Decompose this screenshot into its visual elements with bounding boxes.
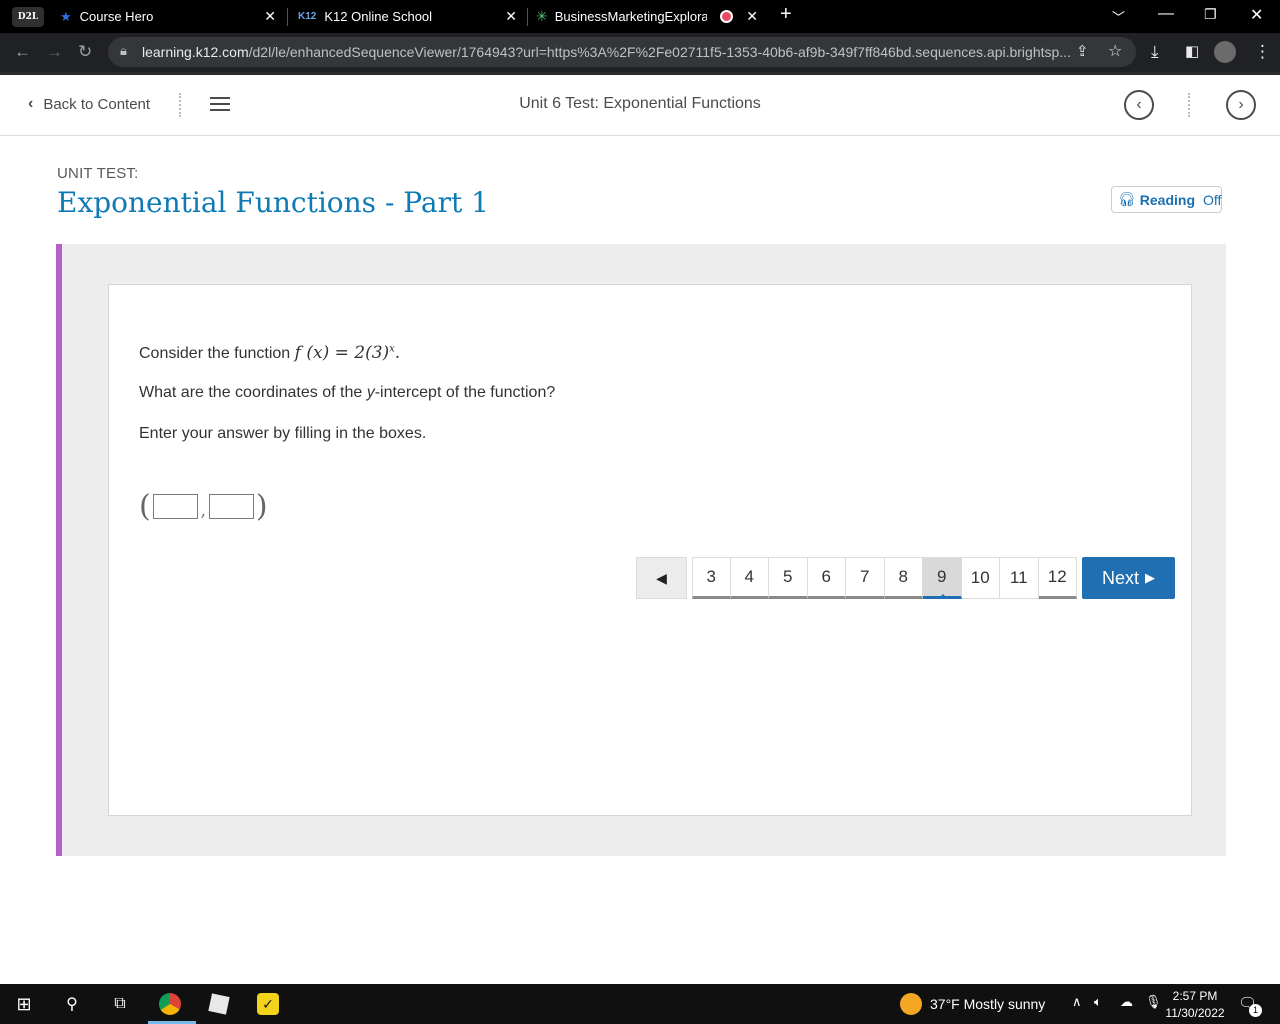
browser-toolbar: ← → ↻ 🔒︎ learning.k12.com/d2l/le/enhance… xyxy=(0,33,1280,72)
comma: , xyxy=(200,501,206,520)
url-text: learning.k12.com/d2l/le/enhancedSequence… xyxy=(142,44,1071,60)
lock-icon: 🔒︎ xyxy=(120,43,127,58)
share-icon[interactable]: ⇪ xyxy=(1076,42,1089,60)
page-button-7[interactable]: 7 xyxy=(846,557,885,599)
next-topic-button[interactable]: › xyxy=(1226,90,1256,120)
question-panel: Consider the function f (x) = 2(3)x. Wha… xyxy=(56,244,1226,856)
system-clock[interactable]: 2:57 PM 11/30/2022 xyxy=(1163,988,1227,1022)
reading-toggle-button[interactable]: 🎧︎ Reading Off xyxy=(1111,186,1222,213)
sparkle-icon: ✳ xyxy=(536,8,548,24)
x-coordinate-input[interactable] xyxy=(152,494,198,519)
weather-text[interactable]: 37°F Mostly sunny xyxy=(930,996,1045,1012)
window-close-icon[interactable]: ✕ xyxy=(1250,5,1263,25)
open-paren: ( xyxy=(139,489,151,524)
question-prefix: Consider the function xyxy=(139,345,291,362)
sequence-title: Unit 6 Test: Exponential Functions xyxy=(519,95,761,112)
weather-sun-icon xyxy=(900,993,922,1015)
question-line-3: Enter your answer by filling in the boxe… xyxy=(139,425,427,442)
k12-icon: K12 xyxy=(298,11,317,22)
notification-count-badge: 1 xyxy=(1249,1004,1262,1017)
tab-course-hero[interactable]: ★ Course Hero ✕ xyxy=(52,0,284,33)
chevron-right-icon: › xyxy=(1238,96,1244,113)
headphones-icon: 🎧︎ xyxy=(1118,191,1136,207)
function-expression: f (x) = 2(3)x. xyxy=(294,343,401,363)
clock-time: 2:57 PM xyxy=(1172,989,1218,1003)
page-button-3[interactable]: 3 xyxy=(692,557,731,599)
page-button-9-current[interactable]: 9 xyxy=(923,557,962,599)
page-button-4[interactable]: 4 xyxy=(730,557,769,599)
search-icon[interactable]: ⚲ xyxy=(60,992,84,1016)
next-button[interactable]: Next ▶ xyxy=(1082,557,1175,599)
unit-label: UNIT TEST: xyxy=(57,165,139,182)
tab-k12-online-school[interactable]: K12 K12 Online School ✕ xyxy=(290,0,525,33)
question-pagination: ◀ 3 4 5 6 7 8 9 10 11 12 Next ▶ xyxy=(636,557,1175,599)
triangle-right-icon: ▶ xyxy=(1145,570,1155,585)
download-icon[interactable]: ⤓ xyxy=(1151,42,1159,62)
tab-search-chevron-icon[interactable]: ﹀ xyxy=(1112,7,1125,26)
page-button-11[interactable]: 11 xyxy=(1000,557,1039,599)
tab-divider xyxy=(527,8,528,26)
question-line-2: What are the coordinates of the y-interc… xyxy=(139,384,556,401)
forward-arrow-icon[interactable]: → xyxy=(46,42,63,62)
coordinate-answer: ( , ) xyxy=(139,489,268,524)
address-bar[interactable]: 🔒︎ learning.k12.com/d2l/le/enhancedSeque… xyxy=(108,37,1136,67)
tab-label: BusinessMarketingExploratio xyxy=(554,9,707,24)
restore-icon[interactable]: ❐ xyxy=(1204,6,1217,23)
back-arrow-icon[interactable]: ← xyxy=(14,42,31,62)
os-taskbar: ⊞ ⚲ ⧉ ✓ 37°F Mostly sunny ∧ 🔈︎ ☁ 🎙︎ 2:57… xyxy=(0,984,1280,1024)
reload-icon[interactable]: ↻ xyxy=(78,42,92,62)
roblox-icon[interactable] xyxy=(207,992,231,1016)
divider xyxy=(1188,93,1192,117)
sequence-header: ‹ Back to Content Unit 6 Test: Exponenti… xyxy=(0,75,1280,136)
microphone-icon[interactable]: 🎙︎ xyxy=(1145,994,1162,1010)
tab-divider xyxy=(287,8,288,26)
page-button-5[interactable]: 5 xyxy=(769,557,808,599)
volume-icon[interactable]: 🔈︎ xyxy=(1094,994,1102,1010)
question-card: Consider the function f (x) = 2(3)x. Wha… xyxy=(108,284,1192,816)
next-label: Next xyxy=(1101,567,1139,588)
task-view-icon[interactable]: ⧉ xyxy=(108,992,132,1016)
chevron-left-icon: ‹ xyxy=(1136,96,1142,113)
close-paren: ) xyxy=(255,489,268,524)
chrome-icon[interactable] xyxy=(158,992,182,1016)
minimize-icon[interactable]: — xyxy=(1158,5,1174,23)
previous-topic-button[interactable]: ‹ xyxy=(1124,90,1154,120)
sidebar-icon[interactable]: ◧ xyxy=(1185,42,1199,60)
reading-state: Off xyxy=(1203,191,1222,208)
page-button-12[interactable]: 12 xyxy=(1038,557,1077,599)
page-button-6[interactable]: 6 xyxy=(807,557,846,599)
triangle-left-icon: ◀ xyxy=(656,569,667,586)
profile-avatar[interactable] xyxy=(1214,41,1236,63)
menu-kebab-icon[interactable]: ⋮ xyxy=(1254,42,1271,62)
tray-chevron-icon[interactable]: ∧ xyxy=(1072,994,1082,1010)
close-icon[interactable]: ✕ xyxy=(505,8,517,25)
windows-start-icon[interactable]: ⊞ xyxy=(12,992,36,1016)
norton-check-icon[interactable]: ✓ xyxy=(256,992,280,1016)
bookmark-star-icon[interactable]: ☆ xyxy=(1108,41,1122,61)
close-icon[interactable]: ✕ xyxy=(746,8,758,25)
previous-page-button[interactable]: ◀ xyxy=(636,557,687,599)
close-icon[interactable]: ✕ xyxy=(264,8,276,25)
page-button-10[interactable]: 10 xyxy=(961,557,1000,599)
tab-label: K12 Online School xyxy=(324,9,433,24)
star-icon: ★ xyxy=(60,8,72,24)
page-title: Exponential Functions - Part 1 xyxy=(57,186,489,219)
reading-label: Reading xyxy=(1139,191,1196,208)
y-coordinate-input[interactable] xyxy=(208,494,254,519)
clock-date: 11/30/2022 xyxy=(1165,1006,1225,1020)
new-tab-icon[interactable]: + xyxy=(780,3,792,26)
d2l-favicon-icon: D2L xyxy=(12,7,44,27)
tab-label: Course Hero xyxy=(79,9,154,24)
page-button-8[interactable]: 8 xyxy=(884,557,923,599)
question-line-1: Consider the function f (x) = 2(3)x. xyxy=(139,343,400,363)
browser-tab-bar: D2L ★ Course Hero ✕ K12 K12 Online Schoo… xyxy=(0,0,1280,33)
tab-business-marketing[interactable]: ✳ BusinessMarketingExploratio ✕ xyxy=(530,0,766,33)
network-icon[interactable]: ☁ xyxy=(1120,994,1133,1010)
recording-icon xyxy=(720,10,733,23)
